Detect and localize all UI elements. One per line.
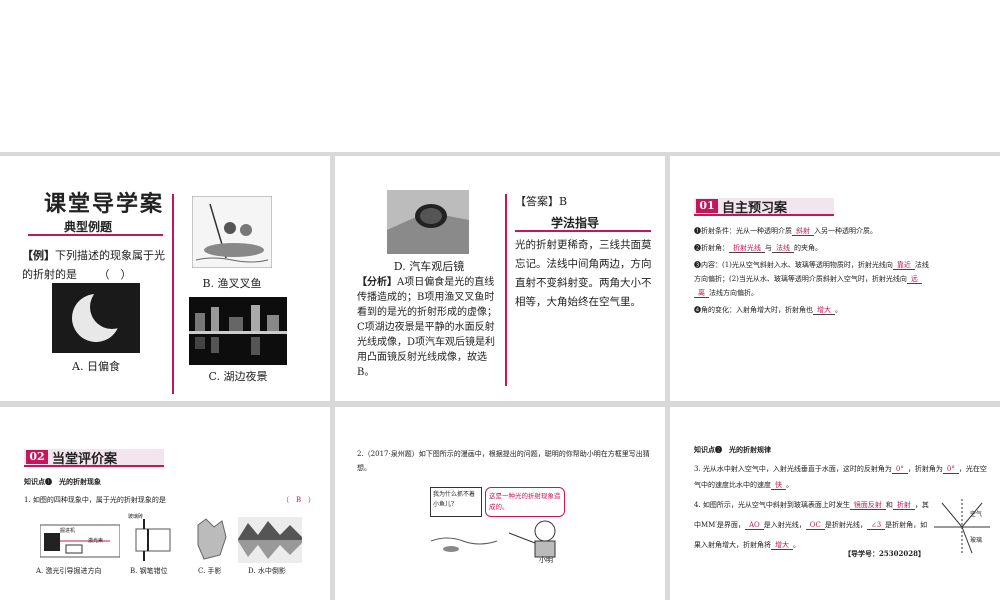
- section-title: 典型例题: [64, 220, 113, 234]
- preview-list: ❶折射条件：光从一种透明介质 斜射 入另一种透明介质。 ❷折射角： 折射光线与法线 的夹…: [694, 224, 990, 317]
- car-mirror-image: [387, 190, 469, 254]
- knowledge-point: 知识点❷ 光的折射规律: [694, 445, 771, 454]
- guide-number: 【导学号：25302028】: [844, 549, 925, 558]
- caption-b: B. 钢笔错位: [130, 567, 168, 575]
- fig-label-glass: 玻璃砖: [128, 514, 144, 520]
- section-badge: 01: [696, 199, 718, 213]
- preview-item-1: ❶折射条件：光从一种透明介质 斜射 入另一种透明介质。: [694, 227, 877, 236]
- vertical-divider: [172, 194, 174, 394]
- section-title: 当堂评价案: [52, 452, 118, 467]
- analysis-text: 【分析】A项日偏食是光的直线传播造成的；B项用渔叉叉鱼时看到的是光的折射形成的虚…: [357, 275, 497, 380]
- method-text: 光的折射更稀奇，三线共面莫忘记。法线中间角两边，方向直射不变斜射变。两角大小不相…: [515, 239, 652, 308]
- character-name: 小明: [539, 556, 553, 564]
- pen-glass-image: [135, 519, 171, 561]
- slide-3[interactable]: 01 自主预习案 ❶折射条件：光从一种透明介质 斜射 入另一种透明介质。 ❷折射角：…: [670, 156, 1000, 401]
- caption-d: D. 水中倒影: [248, 567, 286, 575]
- fig-glass-label: 玻璃: [970, 537, 983, 544]
- caption-c: C. 湖边夜景: [208, 370, 268, 383]
- fishing-spear-image: [192, 196, 272, 268]
- laser-tunnel-image: [40, 524, 120, 558]
- slide-6[interactable]: 知识点❷ 光的折射规律 3. 光从水中射入空气中，入射光线垂直于水面，这时的反射…: [670, 407, 1000, 600]
- question-tag: 【例】: [22, 249, 55, 262]
- fig-label-laser: 激光束: [88, 538, 104, 544]
- vertical-divider: [505, 194, 507, 386]
- answer-line: 【答案】B: [515, 195, 568, 208]
- answer-blank: （ ）: [98, 268, 132, 281]
- question-answer: （ B ）: [282, 496, 316, 504]
- refraction-diagram: [934, 499, 990, 555]
- preview-item-4: ❹角的变化：入射角增大时，折射角也 增大。: [694, 306, 842, 315]
- water-reflection-image: [238, 517, 302, 563]
- section-badge: 02: [26, 450, 48, 464]
- preview-item-3c: 离法线方向偏折。: [694, 286, 990, 300]
- section-title: 自主预习案: [722, 201, 788, 216]
- knowledge-point: 知识点❶ 光的折射现象: [24, 477, 101, 486]
- preview-item-2: ❷折射角： 折射光线与法线 的夹角。: [694, 244, 822, 253]
- preview-item-3: ❸内容：(1)光从空气斜射入水、玻璃等透明物质时，折射光线向 靠近 法线: [694, 261, 929, 270]
- question-text: 1. 如图的四种现象中，属于光的折射现象的是: [24, 496, 166, 504]
- slide-title: 课堂导学案: [44, 191, 165, 217]
- caption-a: A. 激光引导掘进方向: [36, 567, 102, 575]
- question-text: 【例】下列描述的现象属于光的折射的是 （ ）: [22, 246, 170, 284]
- caption-c: C. 手影: [198, 567, 222, 575]
- fig-label-jjj: 掘进机: [60, 528, 76, 534]
- analysis-body: A项日偏食是光的直线传播造成的；B项用渔叉叉鱼时看到的是光的折射形成的虚像；C项…: [357, 277, 497, 378]
- method-title: 学法指导: [551, 216, 600, 230]
- solar-eclipse-image: [52, 283, 140, 353]
- caption-d: D. 汽车观后镜: [393, 260, 465, 273]
- analysis-tag: 【分析】: [357, 277, 397, 288]
- question-4: 4. 如图所示，光从空气中斜射到玻璃表面上时发生 镜面反射和折射 ，其中MM′是界面…: [694, 501, 929, 550]
- slide-1[interactable]: 课堂导学案 典型例题 【例】下列描述的现象属于光的折射的是 （ ） A. 日偏食…: [0, 156, 330, 401]
- preview-item-3b: 方向偏折；(2)当光从水、玻璃等透明介质斜射入空气时，折射光线向远: [694, 272, 990, 286]
- slide-4[interactable]: 02 当堂评价案 知识点❶ 光的折射现象 1. 如图的四种现象中，属于光的折射现…: [0, 407, 330, 600]
- fig-air-label: 空气: [970, 511, 983, 518]
- slide-2[interactable]: D. 汽车观后镜 【分析】A项日偏食是光的直线传播造成的；B项用渔叉叉鱼时看到的…: [335, 156, 665, 401]
- hand-shadow-image: [197, 518, 227, 560]
- caption-a: A. 日偏食: [72, 360, 120, 373]
- caption-b: B. 渔叉叉鱼: [202, 277, 262, 290]
- question-text: 2.（2017·泉州题）如下图所示的漫画中，根据提出的问题，聪明的你帮助小明在方…: [357, 450, 650, 472]
- question-3: 3. 光从水中射入空气中，入射光线垂直于水面，这时的反射角为 0° ，折射角为 0°，…: [694, 465, 987, 490]
- slide-5[interactable]: 2.（2017·泉州题）如下图所示的漫画中，根据提出的问题，聪明的你帮助小明在方…: [335, 407, 665, 600]
- lake-night-image: [189, 297, 287, 365]
